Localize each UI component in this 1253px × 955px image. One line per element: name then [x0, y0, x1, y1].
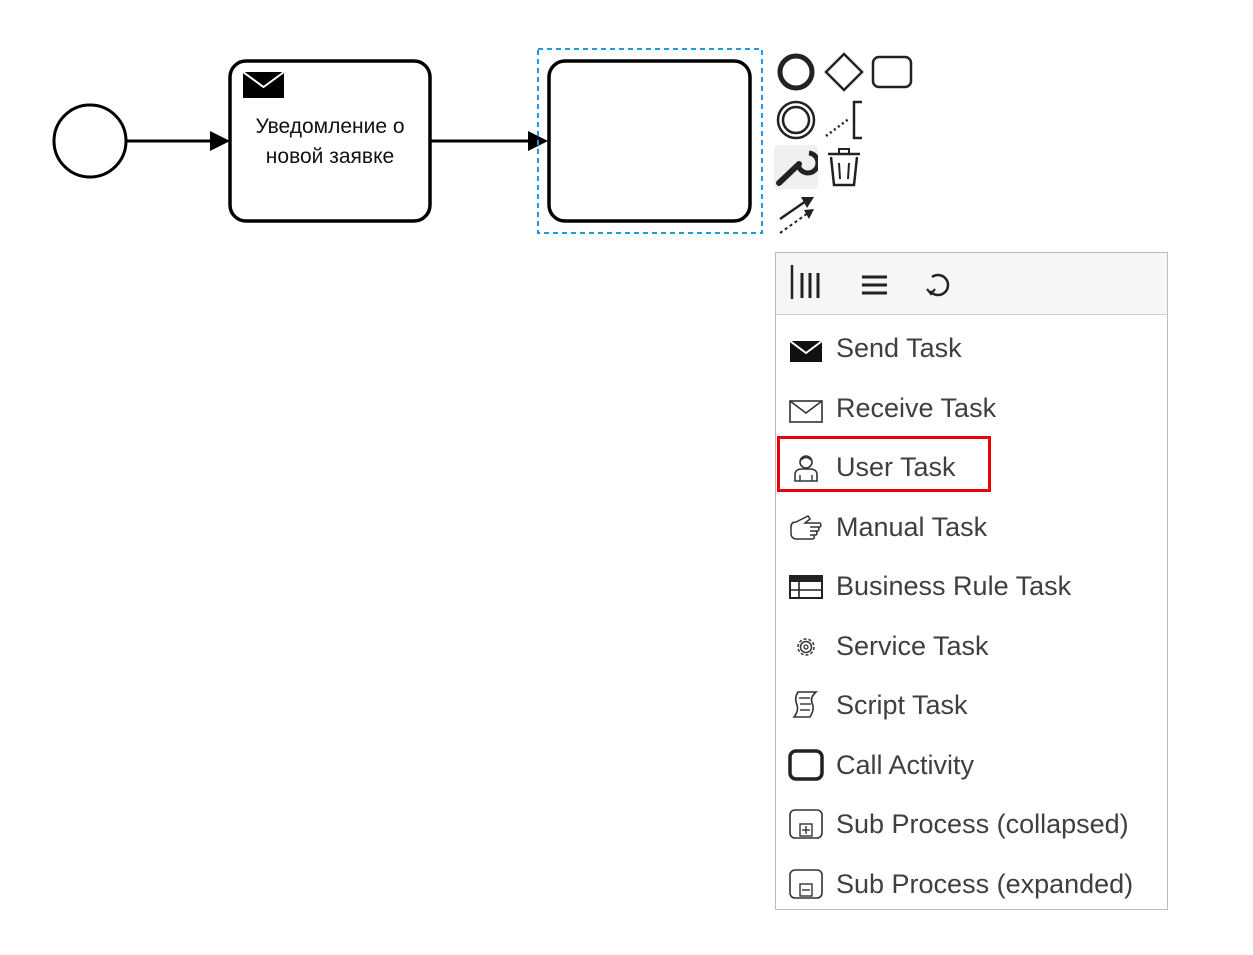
menu-item-business-rule-task[interactable]: Business Rule Task	[776, 556, 1167, 615]
menu-item-label: Call Activity	[836, 750, 975, 780]
menu-item-label: Business Rule Task	[836, 571, 1072, 601]
business-rule-task-icon	[788, 570, 824, 602]
text-annotation-icon	[825, 100, 862, 140]
sequence-flow-2[interactable]	[431, 131, 548, 151]
receive-task-icon	[788, 392, 824, 424]
popup-header	[776, 253, 1167, 315]
trash-icon	[828, 148, 860, 187]
append-gateway-button[interactable]	[822, 50, 866, 94]
append-text-annotation-button[interactable]	[822, 98, 866, 142]
menu-item-label: Script Task	[836, 690, 968, 720]
menu-item-manual-task[interactable]: Manual Task	[776, 497, 1167, 556]
append-task-button[interactable]	[870, 50, 914, 94]
connect-icon	[779, 197, 814, 234]
menu-item-call-activity[interactable]: Call Activity	[776, 735, 1167, 794]
manual-task-icon	[788, 511, 824, 543]
selected-task-shape[interactable]	[547, 59, 752, 223]
envelope-filled-icon	[242, 71, 285, 98]
subprocess-expanded-icon	[788, 868, 824, 900]
menu-item-user-task[interactable]: User Task	[776, 437, 1167, 496]
send-task-label: Уведомление о новой заявке	[255, 115, 405, 168]
wrench-icon	[776, 150, 818, 186]
subprocess-collapsed-icon	[788, 808, 824, 840]
end-event-icon	[777, 53, 815, 91]
loop-icon	[926, 273, 950, 297]
call-activity-icon	[788, 749, 824, 781]
sequence-flow-1[interactable]	[127, 131, 230, 151]
menu-item-label: Manual Task	[836, 512, 988, 542]
loop-button[interactable]	[918, 265, 958, 305]
replace-popup-menu: Send Task Receive Task User Task Manual …	[775, 252, 1168, 910]
intermediate-event-icon	[776, 100, 816, 140]
service-task-icon	[788, 630, 824, 662]
delete-button[interactable]	[822, 145, 866, 189]
menu-item-receive-task[interactable]: Receive Task	[776, 378, 1167, 437]
script-task-icon	[788, 689, 824, 721]
connect-button[interactable]	[774, 193, 818, 237]
menu-item-label: Sub Process (expanded)	[836, 869, 1134, 899]
sequential-multi-instance-button[interactable]	[854, 265, 894, 305]
append-end-event-button[interactable]	[774, 50, 818, 94]
gateway-icon	[824, 52, 864, 92]
parallel-multi-instance-button[interactable]	[788, 265, 828, 305]
menu-item-service-task[interactable]: Service Task	[776, 616, 1167, 675]
append-intermediate-event-button[interactable]	[774, 98, 818, 142]
change-type-button[interactable]	[774, 145, 818, 189]
menu-item-send-task[interactable]: Send Task	[776, 318, 1167, 377]
menu-item-label: Send Task	[836, 333, 962, 363]
menu-item-subprocess-collapsed[interactable]: Sub Process (collapsed)	[776, 794, 1167, 853]
menu-item-subprocess-expanded[interactable]: Sub Process (expanded)	[776, 854, 1167, 913]
send-task-icon	[788, 332, 824, 364]
task-icon	[871, 55, 913, 89]
start-event[interactable]	[52, 103, 128, 179]
parallel-mi-icon	[790, 265, 820, 299]
menu-item-label: Sub Process (collapsed)	[836, 809, 1129, 839]
user-task-icon	[788, 451, 824, 483]
menu-item-label: Receive Task	[836, 393, 997, 423]
menu-item-label: User Task	[836, 452, 956, 482]
menu-item-script-task[interactable]: Script Task	[776, 675, 1167, 734]
sequential-mi-icon	[862, 275, 887, 295]
menu-item-label: Service Task	[836, 631, 989, 661]
